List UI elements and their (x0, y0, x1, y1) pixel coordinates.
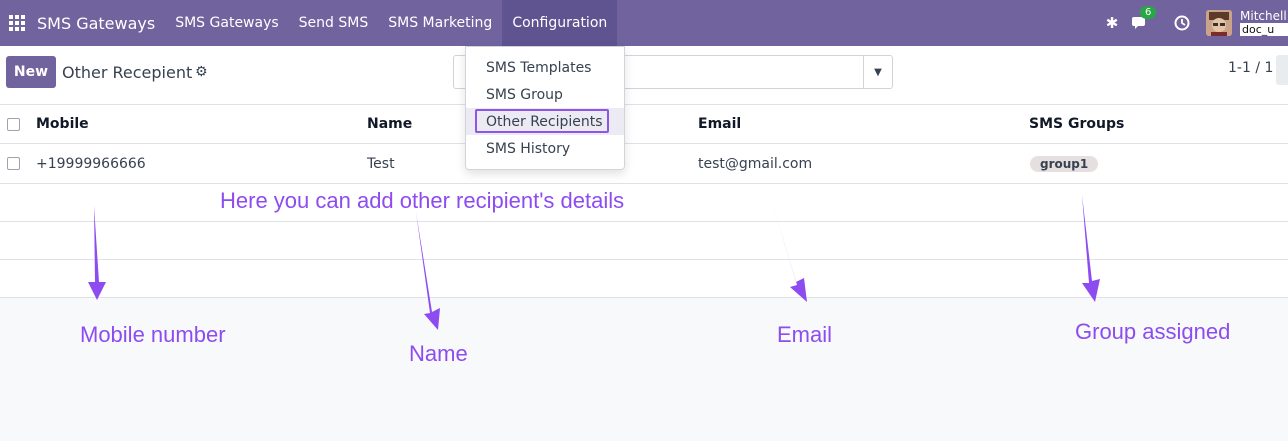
chat-badge: 6 (1140, 6, 1157, 19)
table-row[interactable]: +19999966666 Test test@gmail.com group1 (0, 144, 1288, 184)
menu-sms-marketing[interactable]: SMS Marketing (378, 0, 502, 46)
dropdown-item-label: Other Recipients (486, 113, 603, 130)
empty-row (0, 222, 1288, 260)
column-header-mobile[interactable]: Mobile (36, 105, 89, 143)
top-navbar: SMS Gateways SMS Gateways Send SMS SMS M… (0, 0, 1288, 46)
pager-prev-button[interactable] (1276, 55, 1288, 85)
user-avatar[interactable] (1206, 10, 1232, 36)
dropdown-item-sms-history[interactable]: SMS History (466, 135, 624, 162)
user-name: Mitchell (1240, 10, 1287, 23)
menu-sms-gateways[interactable]: SMS Gateways (165, 0, 288, 46)
user-menu[interactable]: Mitchell doc_u (1240, 10, 1288, 36)
column-header-name[interactable]: Name (367, 105, 412, 143)
chat-icon[interactable]: 6 (1126, 6, 1157, 30)
gear-icon[interactable]: ⚙ (195, 64, 208, 80)
clock-icon[interactable] (1168, 15, 1196, 31)
user-database: doc_u (1240, 23, 1288, 36)
bug-icon[interactable]: ✱ (1098, 14, 1126, 32)
row-checkbox[interactable] (7, 157, 20, 170)
cell-name: Test (367, 155, 395, 172)
annotation-email: Email (777, 322, 833, 347)
empty-row (0, 184, 1288, 222)
cell-sms-groups: group1 (1030, 144, 1099, 183)
annotation-name: Name (409, 341, 468, 366)
dropdown-item-sms-templates[interactable]: SMS Templates (466, 54, 624, 81)
cell-email: test@gmail.com (698, 155, 813, 172)
annotation-mobile: Mobile number (80, 322, 226, 347)
table-header: Mobile Name Email SMS Groups (0, 105, 1288, 144)
app-brand[interactable]: SMS Gateways (34, 14, 165, 33)
dropdown-item-other-recipients[interactable]: Other Recipients (466, 108, 624, 135)
control-panel: New Other Recepient ⚙ ▼ 1-1 / 1 (0, 46, 1288, 105)
navbar-systray: ✱ 6 Mitchell doc_u (1098, 0, 1288, 46)
chevron-down-icon[interactable]: ▼ (863, 56, 892, 88)
apps-grid-icon[interactable] (0, 0, 34, 46)
pager-value[interactable]: 1-1 / 1 (1228, 60, 1273, 76)
menu-configuration[interactable]: Configuration (502, 0, 618, 46)
empty-row (0, 260, 1288, 298)
select-all-checkbox[interactable] (7, 118, 20, 131)
menu-send-sms[interactable]: Send SMS (289, 0, 379, 46)
group-tag: group1 (1030, 155, 1099, 172)
new-button[interactable]: New (6, 56, 56, 88)
annotation-group: Group assigned (1075, 319, 1231, 344)
configuration-dropdown: SMS Templates SMS Group Other Recipients… (465, 46, 625, 170)
dropdown-item-sms-group[interactable]: SMS Group (466, 81, 624, 108)
cell-mobile: +19999966666 (36, 155, 146, 172)
column-header-sms-groups[interactable]: SMS Groups (1029, 105, 1124, 143)
annotation-heading: Here you can add other recipient's detai… (220, 188, 625, 213)
list-view: Mobile Name Email SMS Groups +1999996666… (0, 105, 1288, 298)
page-title: Other Recepient (62, 63, 193, 82)
column-header-email[interactable]: Email (698, 105, 741, 143)
